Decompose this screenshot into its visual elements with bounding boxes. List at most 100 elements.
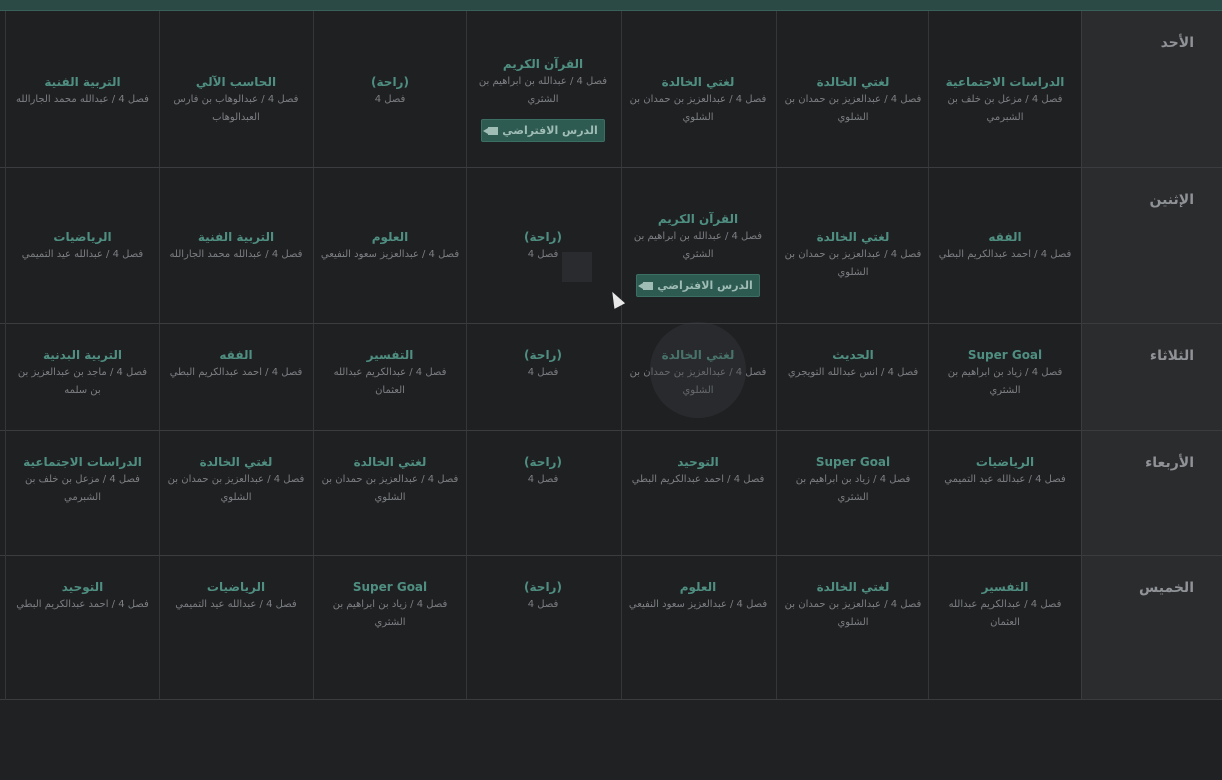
lesson-teacher: فصل 4 / عبدالعزيز بن حمدان بن الشلوي — [784, 94, 922, 123]
lesson-subject: التربية الفنية — [197, 230, 275, 244]
video-camera-icon — [638, 282, 654, 290]
lesson-cell[interactable]: الحديث فصل 4 / انس عبدالله التويجري — [776, 324, 929, 430]
lesson-teacher: فصل 4 / عبدالوهاب بن فارس العبدالوهاب — [173, 94, 299, 123]
lesson-subject: Super Goal — [815, 455, 891, 469]
lesson-subject: القرآن الكريم — [657, 212, 739, 226]
lesson-subject: الفقه — [988, 230, 1022, 244]
grid-left-border — [5, 11, 6, 700]
day-label: الإثنين — [1149, 192, 1194, 208]
day-header: الإثنين — [1081, 168, 1222, 323]
lesson-cell[interactable]: لغتي الخالدة فصل 4 / عبدالعزيز بن حمدان ب… — [776, 168, 929, 323]
lesson-teacher: فصل 4 — [527, 474, 559, 485]
lesson-teacher: فصل 4 — [527, 367, 559, 378]
lesson-cell[interactable]: الدراسات الاجتماعية فصل 4 / مزعل بن خلف ب… — [928, 11, 1081, 167]
lesson-cell[interactable]: العلوم فصل 4 / عبدالعزيز سعود النفيعي — [621, 556, 774, 699]
timetable-row: Super Goal فصل 4 / زياد بن ابراهيم بن الش… — [0, 324, 1222, 431]
lesson-teacher: فصل 4 / مزعل بن خلف بن الشبرمي — [947, 94, 1063, 123]
lesson-teacher: فصل 4 / عبدالله بن ابراهيم بن الشثري — [478, 76, 608, 105]
lesson-cell[interactable]: الرياضيات فصل 4 / عبدالله عيد التميمي — [5, 168, 159, 323]
virtual-lesson-label: الدرس الافتراضي — [657, 279, 753, 292]
lesson-teacher: فصل 4 / عبدالكريم عبدالله العثمان — [948, 599, 1062, 628]
lesson-teacher: فصل 4 / عبدالله عيد التميمي — [175, 599, 297, 610]
lesson-subject: (راحة) — [371, 75, 409, 89]
lesson-cell[interactable]: الفقه فصل 4 / احمد عبدالكريم البطي — [928, 168, 1081, 323]
day-label: الأحد — [1160, 35, 1194, 51]
lesson-teacher: فصل 4 / عبدالعزيز سعود النفيعي — [628, 599, 768, 610]
lesson-cell[interactable]: الحاسب الآلي فصل 4 / عبدالوهاب بن فارس ال… — [159, 11, 312, 167]
lesson-cell[interactable]: لغتي الخالدة فصل 4 / عبدالعزيز بن حمدان ب… — [776, 11, 929, 167]
lesson-cell[interactable]: Super Goal فصل 4 / زياد بن ابراهيم بن الش… — [928, 324, 1081, 430]
timetable-grid: الدراسات الاجتماعية فصل 4 / مزعل بن خلف ب… — [0, 11, 1222, 700]
virtual-lesson-button[interactable]: الدرس الافتراضي — [481, 119, 605, 142]
lesson-cell[interactable]: الرياضيات فصل 4 / عبدالله عيد التميمي — [159, 556, 312, 699]
lesson-subject: (راحة) — [524, 455, 562, 469]
page-footer — [0, 700, 1222, 780]
day-header: الأحد — [1081, 11, 1222, 167]
day-header: الخميس — [1081, 556, 1222, 699]
lesson-cell[interactable]: لغتي الخالدة فصل 4 / عبدالعزيز بن حمدان ب… — [621, 11, 774, 167]
lesson-subject: التوحيد — [677, 455, 719, 469]
day-label: الخميس — [1138, 580, 1194, 596]
lesson-teacher: فصل 4 / عبدالعزيز بن حمدان بن الشلوي — [321, 474, 459, 503]
lesson-cell[interactable]: التوحيد فصل 4 / احمد عبدالكريم البطي — [5, 556, 159, 699]
lesson-cell[interactable]: التوحيد فصل 4 / احمد عبدالكريم البطي — [621, 431, 774, 555]
lesson-subject: لغتي الخالدة — [353, 455, 427, 469]
lesson-cell[interactable]: التفسير فصل 4 / عبدالكريم عبدالله العثمان — [313, 324, 466, 430]
lesson-subject: لغتي الخالدة — [816, 580, 890, 594]
lesson-subject: Super Goal — [967, 348, 1043, 362]
lesson-cell[interactable]: الدراسات الاجتماعية فصل 4 / مزعل بن خلف ب… — [5, 431, 159, 555]
lesson-teacher: فصل 4 / ماجد بن عبدالعزيز بن بن سلمه — [17, 367, 148, 396]
lesson-teacher: فصل 4 / انس عبدالله التويجري — [787, 367, 919, 378]
timetable-row: التفسير فصل 4 / عبدالكريم عبدالله العثمان… — [0, 556, 1222, 700]
lesson-teacher: فصل 4 / عبدالعزيز بن حمدان بن الشلوي — [629, 94, 767, 123]
lesson-teacher: فصل 4 / عبدالله بن ابراهيم بن الشثري — [633, 231, 763, 260]
lesson-subject: الرياضيات — [53, 230, 112, 244]
lesson-cell[interactable]: القرآن الكريم فصل 4 / عبدالله بن ابراهيم … — [466, 11, 619, 167]
lesson-teacher: فصل 4 — [374, 94, 406, 105]
lesson-subject: الفقه — [219, 348, 253, 362]
lesson-cell[interactable]: التربية الفنية فصل 4 / عبدالله محمد الجار… — [5, 11, 159, 167]
day-header: الأربعاء — [1081, 431, 1222, 555]
lesson-teacher: فصل 4 / احمد عبدالكريم البطي — [631, 474, 765, 485]
lesson-subject: التفسير — [366, 348, 414, 362]
lesson-cell[interactable]: التربية الفنية فصل 4 / عبدالله محمد الجار… — [159, 168, 312, 323]
lesson-cell[interactable]: (راحة) فصل 4 — [313, 11, 466, 167]
lesson-cell[interactable]: (راحة) فصل 4 — [466, 431, 619, 555]
lesson-subject: الدراسات الاجتماعية — [23, 455, 142, 469]
lesson-teacher: فصل 4 / عبدالعزيز بن حمدان بن الشلوي — [784, 249, 922, 278]
lesson-cell[interactable]: Super Goal فصل 4 / زياد بن ابراهيم بن الش… — [313, 556, 466, 699]
day-header: الثلاثاء — [1081, 324, 1222, 430]
loading-overlay-icon — [650, 322, 746, 418]
lesson-cell[interactable]: الفقه فصل 4 / احمد عبدالكريم البطي — [159, 324, 312, 430]
lesson-subject: الرياضيات — [206, 580, 266, 594]
lesson-cell[interactable]: (راحة) فصل 4 — [466, 168, 619, 323]
lesson-cell[interactable]: التربية البدنية فصل 4 / ماجد بن عبدالعزيز… — [5, 324, 159, 430]
lesson-teacher: فصل 4 / مزعل بن خلف بن الشبرمي — [25, 474, 140, 503]
timetable-row: الرياضيات فصل 4 / عبدالله عيد التميمي Supe… — [0, 431, 1222, 556]
lesson-teacher: فصل 4 / زياد بن ابراهيم بن الشثري — [332, 599, 448, 628]
lesson-subject: القرآن الكريم — [502, 57, 584, 71]
lesson-cell[interactable]: (راحة) فصل 4 — [466, 324, 619, 430]
virtual-lesson-label: الدرس الافتراضي — [502, 124, 598, 137]
lesson-subject: الحاسب الآلي — [195, 75, 277, 89]
virtual-lesson-button[interactable]: الدرس الافتراضي — [636, 274, 760, 297]
lesson-cell[interactable]: (راحة) فصل 4 — [466, 556, 619, 699]
lesson-teacher: فصل 4 / احمد عبدالكريم البطي — [938, 249, 1072, 260]
lesson-subject: العلوم — [679, 580, 717, 594]
top-bar — [0, 0, 1222, 11]
lesson-teacher: فصل 4 / احمد عبدالكريم البطي — [16, 599, 149, 610]
lesson-teacher: فصل 4 / عبدالله عيد التميمي — [944, 474, 1066, 485]
lesson-cell[interactable]: التفسير فصل 4 / عبدالكريم عبدالله العثمان — [928, 556, 1081, 699]
lesson-subject: (راحة) — [524, 230, 562, 244]
lesson-cell[interactable]: العلوم فصل 4 / عبدالعزيز سعود النفيعي — [313, 168, 466, 323]
lesson-cell[interactable]: القرآن الكريم فصل 4 / عبدالله بن ابراهيم … — [621, 168, 774, 323]
lesson-subject: لغتي الخالدة — [199, 455, 273, 469]
lesson-subject: لغتي الخالدة — [816, 75, 890, 89]
lesson-cell[interactable]: Super Goal فصل 4 / زياد بن ابراهيم بن الش… — [776, 431, 929, 555]
lesson-cell[interactable]: الرياضيات فصل 4 / عبدالله عيد التميمي — [928, 431, 1081, 555]
day-label: الثلاثاء — [1149, 348, 1194, 364]
lesson-teacher: فصل 4 — [527, 599, 559, 610]
lesson-cell[interactable]: لغتي الخالدة فصل 4 / عبدالعزيز بن حمدان ب… — [776, 556, 929, 699]
lesson-cell[interactable]: لغتي الخالدة فصل 4 / عبدالعزيز بن حمدان ب… — [313, 431, 466, 555]
lesson-cell[interactable]: لغتي الخالدة فصل 4 / عبدالعزيز بن حمدان ب… — [159, 431, 312, 555]
